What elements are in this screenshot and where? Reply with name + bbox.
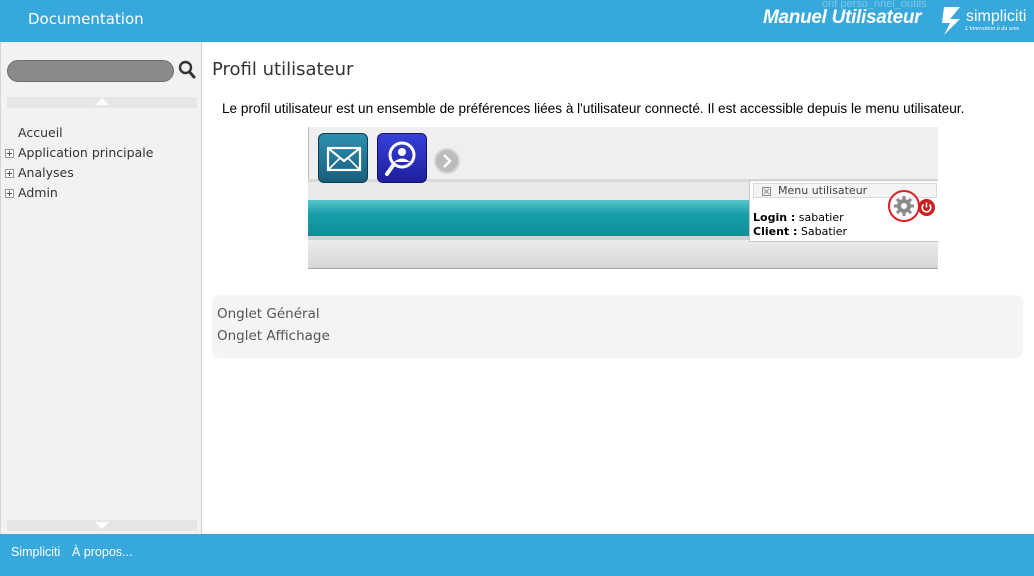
user-menu-screenshot: Menu utilisateur Login : sabatier Client… <box>308 127 938 269</box>
expand-plus-icon[interactable] <box>5 169 14 178</box>
documentation-title[interactable]: Documentation <box>28 10 144 28</box>
simpliciti-logo-icon <box>942 7 960 35</box>
bottom-band <box>308 240 938 269</box>
expand-plus-icon[interactable] <box>5 189 14 198</box>
search-box <box>7 60 197 82</box>
main-content: Profil utilisateur Le profil utilisateur… <box>203 42 1034 534</box>
gear-icon <box>894 196 914 216</box>
nav-item-admin[interactable]: Admin <box>4 184 200 204</box>
nav-item-label: Admin <box>18 185 58 200</box>
nav-item-label: Accueil <box>18 125 63 140</box>
logo-wordmark: simpliciti <box>966 8 1027 25</box>
section-onglet-affichage[interactable]: Onglet Affichage <box>217 328 330 344</box>
nav-scroll-down[interactable] <box>7 520 197 531</box>
login-value: sabatier <box>798 211 844 224</box>
nav-item-application-principale[interactable]: Application principale <box>4 144 200 164</box>
client-value: Sabatier <box>800 225 848 238</box>
login-line: Login : sabatier <box>753 211 844 224</box>
section-onglet-general[interactable]: Onglet Général <box>217 306 320 322</box>
scroll-up-arrow-icon <box>95 98 109 105</box>
user-menu-title: Menu utilisateur <box>778 184 868 197</box>
search-input[interactable] <box>7 60 174 82</box>
search-icon[interactable] <box>178 60 196 80</box>
footer-bar: Simpliciti À propos... <box>0 534 1034 576</box>
mail-icon <box>318 133 368 183</box>
section-list: Onglet Général Onglet Affichage <box>212 295 1023 358</box>
manual-title: Manuel Utilisateur <box>763 7 922 28</box>
top-header: Documentation ont perso_nnel_outils Manu… <box>0 0 1034 42</box>
next-arrow-icon <box>434 148 460 174</box>
footer-link-about[interactable]: À propos... <box>72 545 132 559</box>
intro-paragraph: Le profil utilisateur est un ensemble de… <box>222 101 965 116</box>
login-label: Login : <box>753 211 796 224</box>
client-line: Client : Sabatier <box>753 225 847 238</box>
nav-item-analyses[interactable]: Analyses <box>4 164 200 184</box>
nav-tree: Accueil Application principale Analyses … <box>4 124 200 204</box>
power-icon <box>918 199 935 216</box>
sidebar: Accueil Application principale Analyses … <box>0 42 202 534</box>
simpliciti-logo[interactable]: simpliciti L'innovation à du sens <box>940 5 1030 37</box>
nav-scroll-up[interactable] <box>7 97 197 108</box>
page-title: Profil utilisateur <box>212 59 354 80</box>
scroll-down-arrow-icon <box>95 522 109 529</box>
nav-item-label: Analyses <box>18 165 74 180</box>
user-search-icon <box>377 133 427 183</box>
expand-plus-icon[interactable] <box>5 149 14 158</box>
teal-banner <box>308 200 753 236</box>
nav-item-accueil[interactable]: Accueil <box>4 124 200 144</box>
client-label: Client : <box>753 225 798 238</box>
close-icon <box>762 187 771 196</box>
logo-tagline: L'innovation à du sens <box>965 26 1020 32</box>
nav-item-label: Application principale <box>18 145 154 160</box>
footer-link-simpliciti[interactable]: Simpliciti <box>11 545 60 559</box>
